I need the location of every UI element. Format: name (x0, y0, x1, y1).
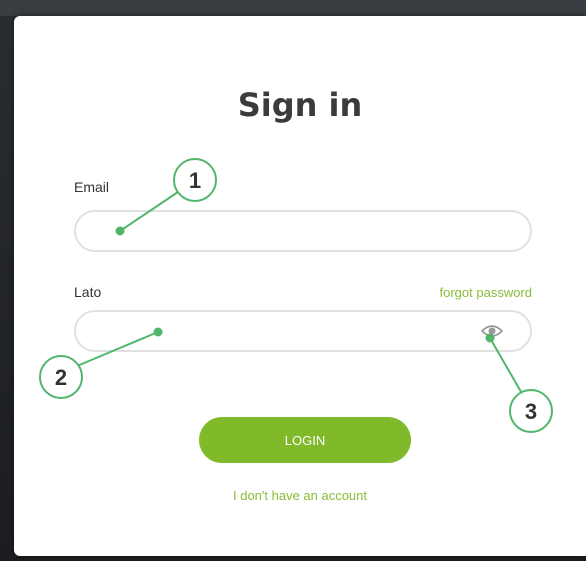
background-window-strip (0, 0, 586, 16)
login-button[interactable]: LOGIN (199, 417, 411, 463)
eye-icon[interactable] (481, 323, 503, 339)
forgot-password-link[interactable]: forgot password (440, 285, 533, 300)
email-label: Email (74, 179, 110, 195)
no-account-link[interactable]: I don't have an account (14, 488, 586, 503)
sign-in-dialog: Sign in Email Lato forgot password LOGIN… (14, 16, 586, 556)
dialog-title: Sign in (237, 86, 363, 124)
email-field[interactable] (74, 210, 532, 252)
password-field[interactable] (74, 310, 532, 352)
password-label: Lato (74, 284, 102, 300)
